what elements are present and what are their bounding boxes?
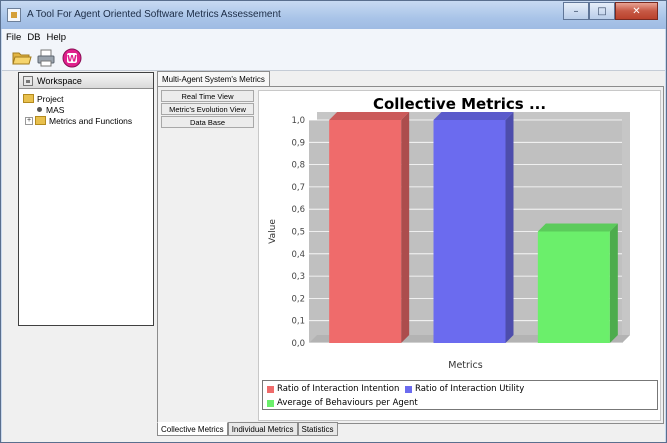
tree-item-label: Project [37, 93, 64, 104]
bar-side [401, 112, 410, 343]
tab-multi-agent-metrics[interactable]: Multi-Agent System's Metrics [157, 71, 270, 86]
java-app-icon [7, 8, 21, 22]
app-window: A Tool For Agent Oriented Software Metri… [0, 0, 667, 443]
bar-chart: 0,0 0,1 0,2 0,3 0,4 0,5 0,6 0,7 0,8 0,9 1,0 Value Me… [268, 112, 630, 371]
y-axis-label: Value [268, 219, 278, 244]
y-tick-label: 0,1 [291, 317, 305, 327]
chart-area: Collective Metrics ... 0,0 0,1 0,2 0,3 0,4 0,… [258, 90, 661, 421]
workspace-title: Workspace [37, 75, 82, 86]
menu-bar: File DB Help [2, 29, 665, 45]
legend-swatch [405, 385, 412, 393]
bar-top [433, 112, 514, 120]
minimize-button[interactable]: – [563, 2, 589, 20]
view-metrics-evolution[interactable]: Metric's Evolution View [161, 103, 254, 115]
legend-label: Ratio of Interaction Intention [277, 384, 400, 394]
tree-item-mas[interactable]: MAS [37, 104, 64, 115]
view-data-base[interactable]: Data Base [161, 116, 254, 128]
legend-item: Ratio of Interaction Utility [405, 384, 524, 394]
expand-icon[interactable]: + [25, 116, 33, 125]
workspace-panel: Workspace Project MAS + Metrics and Func… [18, 72, 154, 326]
y-tick-label: 0,5 [291, 228, 305, 238]
y-tick-label: 0,4 [291, 250, 305, 260]
y-tick-label: 0,3 [291, 272, 305, 282]
bar-side [505, 112, 514, 343]
chart-legend: Ratio of Interaction Intention Ratio of … [262, 380, 658, 410]
y-tick-label: 0,6 [291, 205, 305, 215]
y-tick-label: 1,0 [291, 116, 305, 126]
bar [329, 120, 402, 343]
bar-top [329, 112, 410, 120]
maximize-button[interactable]: □ [589, 2, 615, 20]
legend-swatch [267, 399, 274, 407]
toolbar: W [2, 45, 665, 71]
menu-db[interactable]: DB [27, 32, 40, 43]
x-axis-label: Metrics [448, 360, 483, 371]
tree-item-metrics-and-functions[interactable]: + Metrics and Functions [25, 115, 132, 126]
tab-collective-metrics[interactable]: Collective Metrics [157, 422, 228, 436]
y-tick-label: 0,2 [291, 294, 305, 304]
legend-swatch [267, 385, 274, 393]
metrics-panel: Real Time View Metric's Evolution View D… [157, 86, 664, 424]
title-bar: A Tool For Agent Oriented Software Metri… [1, 1, 666, 29]
y-tick-label: 0,8 [291, 161, 305, 171]
window-title: A Tool For Agent Oriented Software Metri… [27, 9, 281, 20]
workspace-header: Workspace [19, 73, 153, 89]
legend-item: Ratio of Interaction Intention [267, 384, 399, 394]
caption-buttons: – □ ✕ [563, 2, 658, 21]
legend-label: Ratio of Interaction Utility [415, 384, 525, 394]
tree-item-project[interactable]: Project [23, 93, 63, 104]
tab-individual-metrics[interactable]: Individual Metrics [227, 422, 298, 436]
bullet-icon [37, 107, 42, 112]
tree-item-label: MAS [46, 104, 65, 115]
y-tick-label: 0,9 [291, 138, 305, 148]
tree-item-label: Metrics and Functions [49, 115, 133, 126]
bottom-tab-bar: Collective Metrics Individual Metrics St… [157, 422, 338, 436]
legend-label: Average of Behaviours per Agent [277, 398, 418, 408]
legend-item: Average of Behaviours per Agent [267, 398, 418, 408]
svg-text:W: W [67, 55, 77, 65]
folder-icon [35, 116, 46, 125]
bar [537, 231, 610, 343]
open-folder-icon[interactable] [12, 48, 32, 68]
menu-file[interactable]: File [6, 32, 21, 43]
folder-icon [23, 94, 34, 103]
database-icon[interactable]: W [62, 48, 82, 68]
y-tick-label: 0,7 [291, 183, 305, 193]
close-button[interactable]: ✕ [615, 2, 658, 20]
view-real-time[interactable]: Real Time View [161, 90, 254, 102]
workspace-icon [23, 75, 33, 86]
bar [433, 120, 506, 343]
bar-side [609, 223, 618, 343]
menu-help[interactable]: Help [47, 32, 67, 43]
y-tick-label: 0,0 [291, 339, 305, 349]
printer-icon[interactable] [36, 48, 56, 68]
content-area: Workspace Project MAS + Metrics and Func… [2, 71, 665, 442]
bar-top [537, 223, 618, 232]
tab-statistics[interactable]: Statistics [297, 422, 338, 436]
